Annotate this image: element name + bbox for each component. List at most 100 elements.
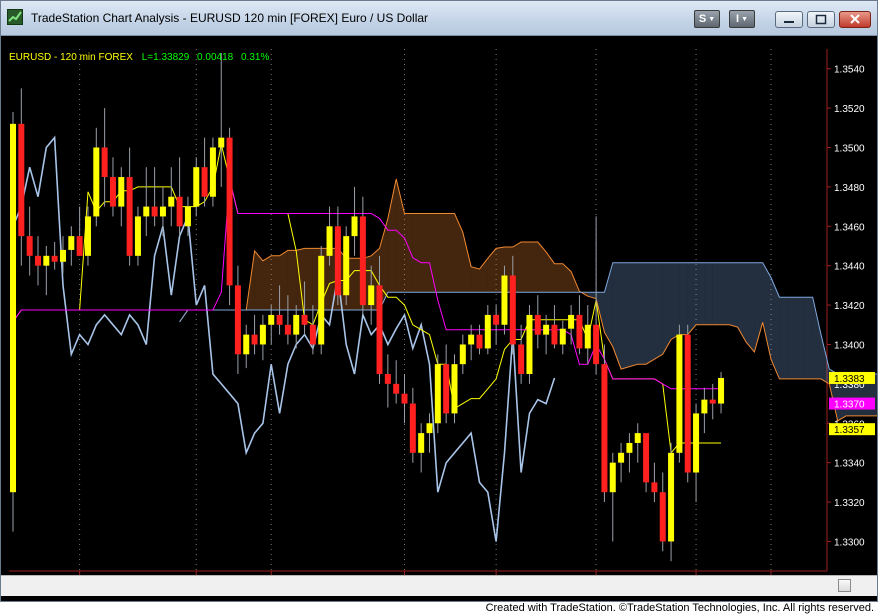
- candle-body: [526, 314, 533, 375]
- candle-body: [184, 206, 191, 227]
- candle-body: [626, 442, 633, 453]
- cloud-segment: [662, 262, 672, 355]
- legend-percent: 0.31%: [241, 52, 269, 63]
- candle-body: [326, 226, 333, 256]
- cloud-segment: [687, 262, 697, 335]
- y-tick-label: 1.3540: [834, 65, 865, 76]
- cloud-segment: [304, 248, 313, 310]
- cloud-segment: [404, 213, 413, 293]
- candle-body: [293, 314, 300, 335]
- candle-body: [84, 216, 91, 256]
- candle-body: [609, 462, 616, 493]
- candle-body: [343, 236, 350, 296]
- candle-body: [676, 334, 683, 453]
- cloud-segment: [621, 262, 630, 370]
- cloud-segment: [646, 262, 655, 365]
- candle-body: [284, 324, 291, 335]
- candle-body: [418, 433, 425, 453]
- title-bar[interactable]: TradeStation Chart Analysis - EURUSD 120…: [1, 1, 877, 36]
- candle-body: [126, 177, 133, 256]
- candle-body: [468, 334, 475, 345]
- candle-body: [209, 147, 216, 197]
- candle-body: [668, 452, 675, 542]
- cloud-segment: [629, 262, 638, 367]
- candle-body: [26, 236, 33, 256]
- y-tick-label: 1.3460: [834, 222, 865, 233]
- y-tick-label: 1.3440: [834, 262, 865, 273]
- candle-body: [101, 147, 108, 178]
- candle-body: [43, 255, 50, 266]
- candle-body: [226, 137, 233, 286]
- candle-body: [201, 167, 208, 197]
- copyright-footer: Created with TradeStation. ©TradeStation…: [485, 602, 874, 614]
- candle-body: [10, 123, 16, 493]
- candle-body: [68, 236, 75, 250]
- horizontal-scrollbar[interactable]: [1, 575, 877, 596]
- candle-body: [59, 249, 66, 262]
- cloud-segment: [787, 297, 797, 379]
- tradestation-app-icon: [7, 9, 23, 25]
- maximize-button[interactable]: [807, 11, 835, 28]
- candle-body: [443, 364, 450, 414]
- cloud-segment: [771, 277, 780, 379]
- candle-body: [76, 236, 83, 256]
- candle-body: [559, 328, 566, 345]
- legend-last: L=1.33829: [142, 52, 190, 63]
- price-chart[interactable]: 1.33001.33201.33401.33601.33801.34001.34…: [1, 35, 877, 602]
- cloud-segment: [437, 213, 447, 293]
- chevron-down-icon: ▼: [741, 15, 748, 23]
- y-tick-label: 1.3500: [834, 143, 865, 154]
- cloud-segment: [287, 250, 297, 310]
- candle-body: [393, 383, 400, 394]
- cloud-segment: [529, 242, 538, 293]
- candle-body: [134, 216, 141, 256]
- cloud-segment: [271, 255, 280, 310]
- cloud-segment: [471, 266, 480, 293]
- cloud-segment: [554, 263, 563, 293]
- candle-body: [234, 285, 241, 355]
- candle-body: [193, 167, 200, 207]
- price-badge-label: 1.3383: [834, 374, 865, 385]
- candle-body: [426, 423, 433, 434]
- s-menu-button[interactable]: S ▼: [694, 10, 720, 28]
- cloud-segment: [721, 262, 730, 325]
- candle-body: [543, 324, 550, 335]
- candle-body: [701, 399, 708, 414]
- cloud-segment: [671, 262, 680, 340]
- candle-body: [534, 314, 541, 335]
- cloud-segment: [521, 242, 530, 293]
- candle-body: [451, 364, 458, 414]
- price-badge-label: 1.3357: [834, 425, 865, 436]
- cloud-segment: [637, 262, 647, 365]
- scroll-thumb[interactable]: [838, 579, 851, 592]
- candle-body: [143, 206, 150, 217]
- s-button-label: S: [698, 13, 707, 25]
- candle-body: [651, 482, 658, 493]
- candle-body: [268, 314, 275, 325]
- candle-body: [34, 255, 41, 266]
- y-tick-label: 1.3300: [834, 537, 865, 548]
- minimize-button[interactable]: [775, 11, 803, 28]
- cloud-segment: [729, 262, 738, 328]
- candle-body: [709, 399, 716, 404]
- candle-body: [359, 216, 366, 306]
- cloud-segment: [487, 248, 497, 293]
- candle-body: [334, 226, 341, 296]
- candle-body: [318, 255, 325, 345]
- candle-body: [509, 275, 516, 345]
- cloud-segment: [279, 250, 288, 310]
- price-badge-label: 1.3370: [834, 400, 865, 411]
- i-menu-button[interactable]: I ▼: [729, 10, 755, 28]
- candle-body: [176, 196, 183, 227]
- cloud-segment: [821, 334, 830, 384]
- chart-legend: EURUSD - 120 min FOREX L=1.33829 0.00418…: [9, 52, 269, 63]
- candle-body: [159, 206, 166, 217]
- close-button[interactable]: [839, 11, 871, 28]
- candle-body: [151, 206, 158, 217]
- candle-body: [484, 314, 491, 349]
- candle-body: [459, 344, 466, 365]
- maximize-icon: [815, 14, 827, 25]
- candle-body: [634, 433, 641, 443]
- cloud-segment: [746, 262, 755, 352]
- price-axis: 1.33001.33201.33401.33601.33801.34001.34…: [827, 65, 875, 548]
